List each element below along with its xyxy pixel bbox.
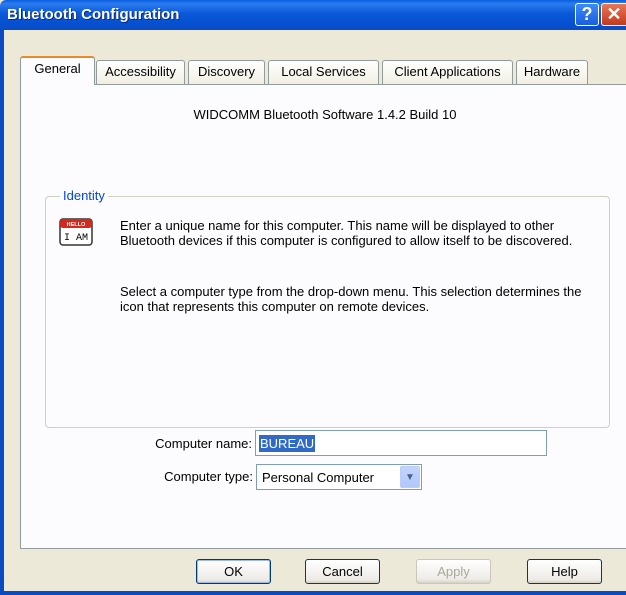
titlebar-close-button[interactable]: ✕ xyxy=(601,3,626,26)
general-tab-panel: WIDCOMM Bluetooth Software 1.4.2 Build 1… xyxy=(20,84,626,549)
hello-i-am-name-tag-icon: HELLO I AM xyxy=(59,218,93,246)
tab-client-applications[interactable]: Client Applications xyxy=(382,60,513,84)
window-bottom-border xyxy=(0,591,626,595)
name-tag-hello-text: HELLO xyxy=(67,222,86,228)
window-left-border xyxy=(0,30,4,595)
tab-hardware[interactable]: Hardware xyxy=(516,60,588,84)
apply-button[interactable]: Apply xyxy=(416,559,491,584)
computer-name-input[interactable]: BUREAU xyxy=(255,430,547,456)
tab-general[interactable]: General xyxy=(20,56,95,85)
titlebar-help-button[interactable]: ? xyxy=(575,3,599,26)
tab-accessibility[interactable]: Accessibility xyxy=(96,60,185,84)
window-title: Bluetooth Configuration xyxy=(7,6,180,23)
software-version-text: WIDCOMM Bluetooth Software 1.4.2 Build 1… xyxy=(193,107,457,122)
help-button[interactable]: Help xyxy=(527,559,602,584)
dropdown-chevron-down-icon[interactable]: ▼ xyxy=(400,466,420,488)
computer-name-label: Computer name: xyxy=(155,436,252,451)
identity-type-description: Select a computer type from the drop-dow… xyxy=(120,284,582,314)
ok-button[interactable]: OK xyxy=(196,559,271,584)
bluetooth-configuration-window: Bluetooth Configuration ? ✕ General Acce… xyxy=(0,0,626,595)
identity-groupbox: Identity HELLO I AM Enter a unique name … xyxy=(45,188,610,490)
computer-type-value: Personal Computer xyxy=(262,470,374,485)
tab-local-services[interactable]: Local Services xyxy=(268,60,379,84)
identity-group-title: Identity xyxy=(60,188,108,203)
tab-discovery[interactable]: Discovery xyxy=(188,60,265,84)
computer-name-value: BUREAU xyxy=(259,435,316,452)
title-bar[interactable]: Bluetooth Configuration ? ✕ xyxy=(0,0,626,30)
computer-type-label: Computer type: xyxy=(164,469,253,484)
identity-name-description: Enter a unique name for this computer. T… xyxy=(120,218,573,248)
cancel-button[interactable]: Cancel xyxy=(305,559,380,584)
name-tag-i-am-text: I AM xyxy=(64,233,88,244)
computer-type-dropdown[interactable]: Personal Computer ▼ xyxy=(256,464,422,490)
